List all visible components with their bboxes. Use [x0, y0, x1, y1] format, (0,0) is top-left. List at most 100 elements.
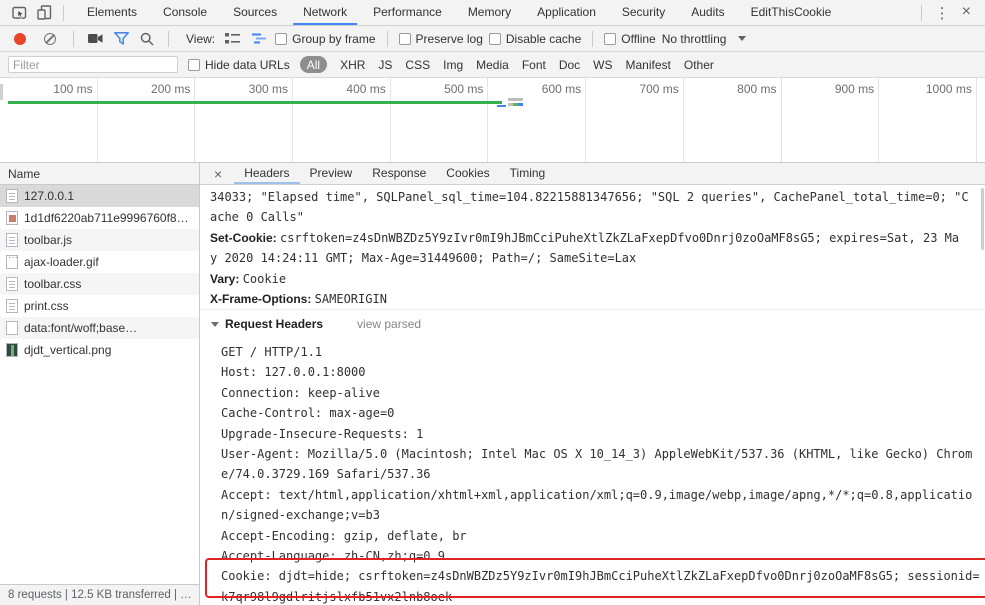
devtools-window: Elements Console Sources Network Performance…	[0, 0, 985, 605]
request-row[interactable]: djdt_vertical.png	[0, 339, 199, 361]
detail-tab-response[interactable]: Response	[362, 163, 436, 184]
request-name: data:font/woff;base…	[24, 321, 138, 335]
network-toolbar: View: Group by frame Preserve log Disabl…	[0, 26, 985, 52]
type-filter-img[interactable]: Img	[443, 58, 463, 72]
record-network-log-button[interactable]	[14, 32, 26, 45]
detail-tabbar: × Headers Preview Response Cookies Timing	[200, 163, 985, 185]
panel-tab-application[interactable]: Application	[527, 0, 606, 25]
request-header-line: Host: 127.0.0.1:8000	[221, 365, 366, 380]
type-filter-css[interactable]: CSS	[405, 58, 430, 72]
file-type-icon	[6, 252, 18, 269]
panel-tab-security[interactable]: Security	[612, 0, 675, 25]
disable-cache-checkbox[interactable]	[488, 32, 501, 45]
hide-data-urls-checkbox[interactable]	[188, 58, 200, 71]
inspect-element-icon[interactable]	[6, 1, 32, 25]
request-row[interactable]: 1d1df6220ab711e9996760f8…	[0, 207, 199, 229]
large-request-rows-icon[interactable]	[223, 30, 243, 48]
divider	[73, 30, 74, 47]
panel-tab-editthiscookie[interactable]: EditThisCookie	[741, 0, 842, 25]
detail-tab-timing[interactable]: Timing	[500, 163, 556, 184]
toggle-device-toolbar-icon[interactable]	[32, 1, 58, 25]
request-header-line: k7qr98l9gdlritjslxfb51vx2lnb8oek	[221, 589, 453, 604]
detail-tab-cookies[interactable]: Cookies	[436, 163, 499, 184]
type-filter-doc[interactable]: Doc	[559, 58, 580, 72]
network-overview[interactable]: 100 ms 200 ms 300 ms 400 ms 500 ms 600 ms 700 …	[0, 78, 985, 163]
throttling-select[interactable]: No throttling	[662, 32, 747, 46]
type-filter-other[interactable]: Other	[684, 58, 714, 72]
request-name: djdt_vertical.png	[24, 343, 112, 357]
clear-network-log-button[interactable]	[44, 32, 56, 45]
offline-toggle[interactable]: Offline	[604, 32, 656, 46]
capture-screenshots-icon[interactable]	[85, 30, 105, 48]
header-value: Cookie	[242, 271, 287, 286]
request-header-line: Upgrade-Insecure-Requests: 1	[221, 426, 424, 441]
request-name: 1d1df6220ab711e9996760f8…	[24, 211, 189, 225]
panel-tab-audits[interactable]: Audits	[681, 0, 734, 25]
group-by-frame-label: Group by frame	[292, 31, 376, 46]
type-filter-media[interactable]: Media	[476, 58, 509, 72]
timeline-tick: 200 ms	[98, 78, 196, 162]
detail-tabs: Headers Preview Response Cookies Timing	[234, 163, 555, 184]
request-row[interactable]: 127.0.0.1	[0, 185, 199, 207]
preserve-log-toggle[interactable]: Preserve log	[398, 31, 483, 46]
detail-tab-preview[interactable]: Preview	[300, 163, 363, 184]
request-row[interactable]: data:font/woff;base…	[0, 317, 199, 339]
preserve-log-label: Preserve log	[415, 31, 483, 46]
close-detail-icon[interactable]: ×	[206, 166, 230, 182]
group-by-frame-checkbox[interactable]	[275, 32, 288, 45]
panel-tab-console[interactable]: Console	[153, 0, 217, 25]
panel-tab-memory[interactable]: Memory	[458, 0, 521, 25]
filter-input[interactable]	[8, 56, 178, 73]
timeline-tick: 700 ms	[586, 78, 684, 162]
detail-scrollbar[interactable]	[981, 188, 984, 250]
overview-drag-handle[interactable]	[0, 84, 3, 100]
type-filter-ws[interactable]: WS	[593, 58, 612, 72]
request-header-line: Connection: keep-alive	[221, 385, 380, 400]
overview-waterfall-bar	[508, 103, 523, 106]
request-row[interactable]: ajax-loader.gif	[0, 251, 199, 273]
filter-icon[interactable]	[111, 30, 131, 48]
offline-checkbox[interactable]	[604, 32, 617, 45]
type-filter-font[interactable]: Font	[522, 58, 546, 72]
type-filter-js[interactable]: JS	[378, 58, 392, 72]
type-filter-manifest[interactable]: Manifest	[626, 58, 671, 72]
more-options-icon[interactable]: ⋮	[927, 4, 958, 22]
request-row[interactable]: print.css	[0, 295, 199, 317]
type-filter-xhr[interactable]: XHR	[340, 58, 365, 72]
resource-type-filters: All XHR JS CSS Img Media Font Doc WS Manifest Othe…	[299, 56, 714, 73]
type-filter-all[interactable]: All	[299, 56, 328, 73]
timeline-tick: 300 ms	[195, 78, 294, 162]
panel-tab-performance[interactable]: Performance	[363, 0, 452, 25]
file-type-icon	[6, 343, 18, 357]
summary-text: 8 requests | 12.5 KB transferred | …	[8, 589, 192, 601]
network-summary-bar: 8 requests | 12.5 KB transferred | …	[0, 584, 199, 605]
show-overview-icon[interactable]	[249, 30, 269, 48]
request-headers-section-header[interactable]: Request Headers view parsed	[211, 312, 421, 336]
request-name: print.css	[24, 299, 69, 313]
panel-tab-sources[interactable]: Sources	[223, 0, 287, 25]
request-row[interactable]: toolbar.css	[0, 273, 199, 295]
request-header-line: Cache-Control: max-age=0	[221, 406, 395, 421]
request-header-line: e/74.0.3729.169 Safari/537.36	[221, 467, 431, 482]
detail-tab-headers[interactable]: Headers	[234, 163, 300, 184]
search-icon[interactable]	[137, 30, 157, 48]
panel-tab-elements[interactable]: Elements	[77, 0, 147, 25]
headers-content: 34033; "Elapsed time", SQLPanel_sql_time…	[200, 185, 985, 605]
request-row[interactable]: toolbar.js	[0, 229, 199, 251]
preserve-log-checkbox[interactable]	[398, 32, 411, 45]
response-header-line: ache 0 Calls"	[200, 207, 985, 227]
timeline-tick: 600 ms	[488, 78, 587, 162]
group-by-frame-toggle[interactable]: Group by frame	[275, 31, 376, 46]
close-devtools-icon[interactable]: ×	[958, 3, 979, 23]
divider	[63, 4, 64, 21]
hide-data-urls-toggle[interactable]: Hide data URLs	[188, 58, 290, 72]
file-type-icon	[6, 277, 18, 291]
disable-cache-toggle[interactable]: Disable cache	[488, 32, 581, 46]
devtools-tabbar: Elements Console Sources Network Performance…	[0, 0, 985, 26]
overview-load-line	[8, 101, 502, 104]
name-column-header[interactable]: Name	[0, 163, 199, 185]
file-type-icon	[6, 321, 18, 335]
view-parsed-link[interactable]: view parsed	[357, 317, 421, 331]
header-name: X-Frame-Options:	[210, 292, 315, 307]
panel-tab-network[interactable]: Network	[293, 0, 358, 25]
